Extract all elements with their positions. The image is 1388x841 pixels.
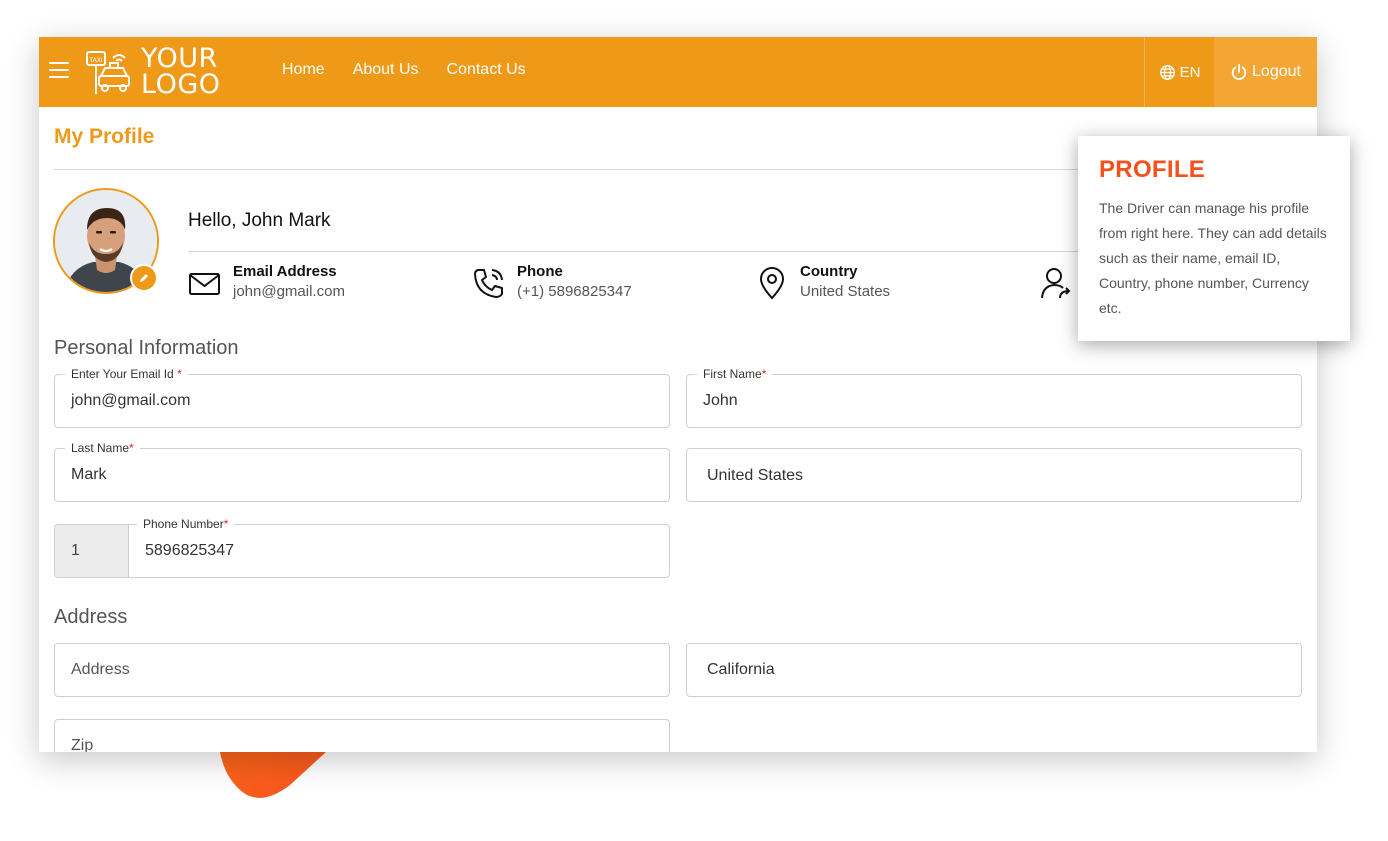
power-icon <box>1231 63 1247 80</box>
brand-logo[interactable]: TAXI YOUR LOGO <box>83 43 221 101</box>
state-select-value: California <box>707 661 775 678</box>
greeting-text: Hello, John Mark <box>188 210 331 231</box>
email-field-legend: Enter Your Email Id * <box>65 367 188 381</box>
info-email: Email Address john@gmail.com <box>188 262 345 302</box>
first-name-field-value: John <box>703 392 738 409</box>
phone-number-field-legend: Phone Number* <box>137 517 235 531</box>
divider <box>188 251 1078 252</box>
zip-input-placeholder: Zip <box>71 737 94 752</box>
last-name-field[interactable]: Last Name* Mark <box>54 441 670 502</box>
phone-value: (+1) 5896825347 <box>517 283 632 300</box>
logout-button[interactable]: Logout <box>1214 37 1317 107</box>
logo-badge-text: TAXI <box>88 57 102 64</box>
required-marker: * <box>129 441 134 455</box>
phone-number-field[interactable]: 1 Phone Number* 5896825347 <box>54 517 670 578</box>
phone-number-field-label: Phone Number <box>143 517 224 531</box>
nav-link-about-us[interactable]: About Us <box>353 61 419 79</box>
address-input[interactable]: Address <box>54 643 670 697</box>
country-code-value: 1 <box>71 542 80 559</box>
last-name-field-label: Last Name <box>71 441 130 455</box>
section-title-personal: Personal Information <box>54 337 239 359</box>
section-title-address: Address <box>54 606 128 628</box>
zip-input[interactable]: Zip <box>54 719 670 752</box>
first-name-field-label: First Name <box>703 367 762 381</box>
language-selector[interactable]: EN <box>1144 37 1214 107</box>
country-select[interactable]: United States <box>686 448 1302 502</box>
page-title: My Profile <box>54 125 155 148</box>
last-name-field-legend: Last Name* <box>65 441 140 455</box>
email-label: Email Address <box>233 263 337 280</box>
edit-avatar-button[interactable] <box>130 264 158 292</box>
phone-label: Phone <box>517 263 563 280</box>
nav-link-home[interactable]: Home <box>282 61 325 79</box>
country-label: Country <box>800 263 858 280</box>
user-share-icon <box>1041 268 1071 299</box>
nav-links: Home About Us Contact Us <box>282 61 526 79</box>
tooltip-body: The Driver can manage his profile from r… <box>1099 200 1327 316</box>
globe-icon <box>1159 64 1175 80</box>
logo-wordmark: YOUR LOGO <box>141 45 221 100</box>
email-value: john@gmail.com <box>233 283 345 300</box>
envelope-icon <box>189 273 220 295</box>
country-value: United States <box>800 283 891 300</box>
nav-link-contact-us[interactable]: Contact Us <box>447 61 526 79</box>
phone-icon <box>474 269 503 298</box>
first-name-field-legend: First Name* <box>697 367 773 381</box>
required-marker: * <box>177 367 182 381</box>
info-phone: Phone (+1) 5896825347 <box>472 262 632 302</box>
required-marker: * <box>223 517 229 531</box>
profile-tooltip: PROFILE The Driver can manage his profil… <box>1078 136 1350 341</box>
email-field-label: Enter Your Email Id <box>71 367 178 381</box>
avatar-container <box>53 188 159 294</box>
state-select[interactable]: California <box>686 643 1302 697</box>
email-field-value: john@gmail.com <box>71 392 191 409</box>
logout-label: Logout <box>1252 63 1301 80</box>
address-input-placeholder: Address <box>71 661 130 678</box>
logo-line-2: LOGO <box>141 69 221 100</box>
country-select-value: United States <box>707 467 804 484</box>
info-country: Country United States <box>755 262 890 302</box>
top-navbar: TAXI YOUR LOGO Home About Us Contact Us <box>39 37 1317 107</box>
email-field[interactable]: Enter Your Email Id * john@gmail.com <box>54 367 670 428</box>
first-name-field[interactable]: First Name* John <box>686 367 1302 428</box>
location-pin-icon <box>759 267 785 300</box>
pencil-icon <box>140 274 148 282</box>
country-code-field[interactable]: 1 <box>55 525 129 577</box>
hamburger-menu-icon[interactable] <box>49 62 69 80</box>
taxi-logo-icon: TAXI <box>86 51 130 94</box>
tooltip-title: PROFILE <box>1099 156 1206 183</box>
required-marker: * <box>761 367 767 381</box>
last-name-field-value: Mark <box>71 466 107 483</box>
language-label: EN <box>1179 63 1201 81</box>
phone-number-value: 5896825347 <box>145 542 234 559</box>
